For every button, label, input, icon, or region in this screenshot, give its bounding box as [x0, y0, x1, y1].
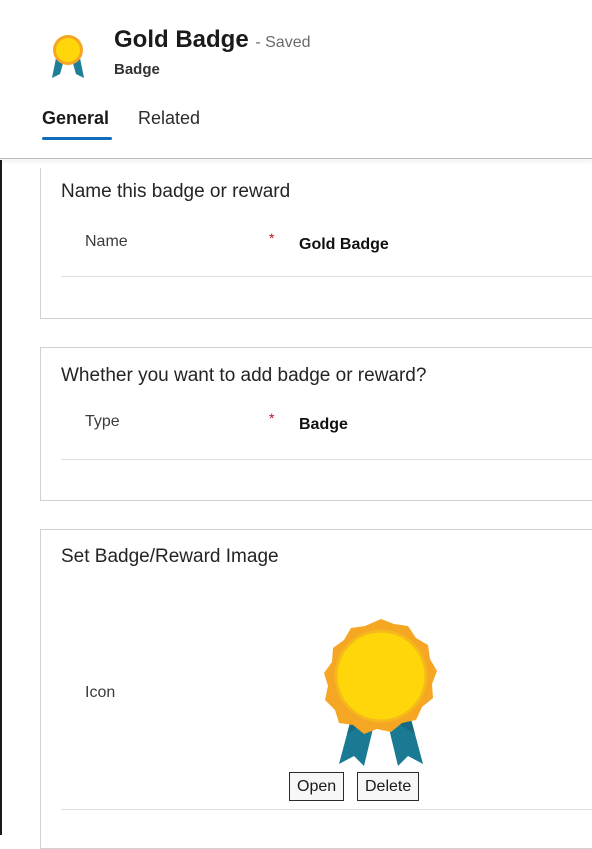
icon-field-label: Icon [85, 684, 116, 701]
section-image: Set Badge/Reward Image Icon Open Delete [40, 529, 592, 849]
section-type: Whether you want to add badge or reward?… [40, 347, 592, 501]
type-field-label: Type [85, 413, 120, 430]
header-divider [0, 158, 592, 159]
section-name: Name this badge or reward Name * Gold Ba… [40, 168, 592, 319]
required-indicator: * [269, 410, 275, 426]
open-image-button[interactable]: Open [289, 772, 345, 801]
selected-tab-indicator [42, 137, 112, 140]
record-title: Gold Badge - Saved [114, 26, 310, 54]
section-title: Whether you want to add badge or reward? [61, 365, 427, 386]
entity-name: Badge [114, 61, 160, 78]
type-field-value[interactable]: Badge [299, 416, 348, 434]
section-title: Set Badge/Reward Image [61, 546, 279, 567]
tab-related[interactable]: Related [138, 108, 200, 129]
save-status: - Saved [255, 34, 311, 51]
record-title-text: Gold Badge [114, 26, 249, 53]
section-title: Name this badge or reward [61, 181, 291, 202]
gold-badge-ribbon-icon[interactable] [322, 616, 440, 768]
field-divider [61, 809, 592, 810]
required-indicator: * [269, 230, 275, 246]
tab-general[interactable]: General [42, 108, 109, 129]
name-field-value[interactable]: Gold Badge [299, 236, 389, 254]
record-header: Gold Badge - Saved Badge General Related [0, 0, 592, 160]
name-field-label: Name [85, 233, 128, 250]
field-divider [61, 276, 592, 277]
field-divider [61, 459, 592, 460]
gold-badge-avatar-icon [52, 35, 84, 78]
delete-image-button[interactable]: Delete [357, 772, 420, 801]
